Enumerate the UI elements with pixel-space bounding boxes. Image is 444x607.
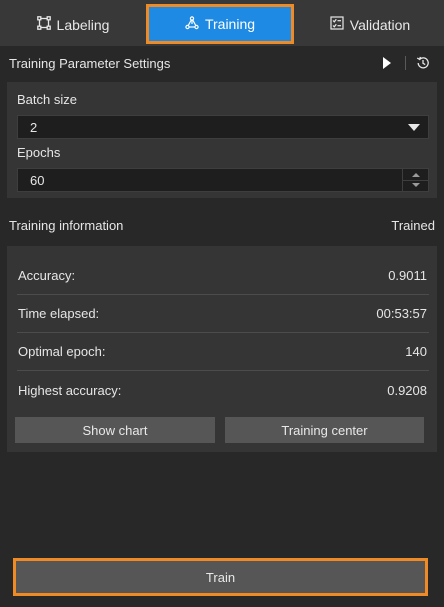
epochs-label: Epochs [17, 145, 61, 160]
labeling-icon [36, 16, 51, 33]
info-row: Optimal epoch: 140 [17, 333, 429, 371]
tab-validation-label: Validation [349, 16, 411, 33]
tab-training-label: Training [204, 16, 256, 32]
parameter-settings-header: Training Parameter Settings [0, 46, 444, 80]
info-row-label: Optimal epoch: [18, 344, 106, 359]
batch-size-select[interactable]: 2 [17, 115, 429, 139]
info-row: Highest accuracy: 0.9208 [17, 371, 429, 409]
info-row-value: 140 [405, 344, 427, 359]
info-row-label: Time elapsed: [18, 306, 100, 321]
history-icon[interactable] [414, 54, 432, 72]
info-row-label: Highest accuracy: [18, 382, 122, 398]
play-icon[interactable] [375, 54, 399, 72]
tab-training[interactable]: Training [146, 4, 294, 44]
batch-size-label: Batch size [17, 92, 77, 107]
tab-labeling-label: Labeling [56, 16, 110, 33]
tab-validation[interactable]: Validation [296, 6, 444, 43]
parameter-settings-title: Training Parameter Settings [9, 55, 171, 71]
train-button[interactable]: Train [13, 558, 428, 596]
info-row: Accuracy: 0.9011 [17, 257, 429, 295]
show-chart-button[interactable]: Show chart [15, 417, 215, 443]
training-icon [185, 15, 199, 33]
training-info-title: Training information [9, 217, 124, 233]
info-row-value: 0.9208 [387, 382, 427, 398]
training-center-button[interactable]: Training center [225, 417, 424, 443]
epochs-value: 60 [30, 172, 45, 188]
info-row: Time elapsed: 00:53:57 [17, 295, 429, 333]
info-row-label: Accuracy: [18, 268, 76, 283]
training-info-header: Training information Trained [0, 208, 444, 242]
epochs-stepper[interactable] [402, 169, 429, 191]
training-status: Trained [391, 217, 435, 233]
validation-icon [330, 16, 344, 33]
training-info-panel: Accuracy: 0.9011 Time elapsed: 00:53:57 … [7, 246, 437, 452]
chevron-down-icon [408, 124, 420, 131]
step-up-icon[interactable] [412, 173, 420, 177]
batch-size-value: 2 [30, 119, 38, 135]
step-down-icon[interactable] [412, 183, 420, 187]
tab-labeling[interactable]: Labeling [0, 6, 146, 43]
info-row-value: 0.9011 [388, 268, 427, 283]
divider [405, 56, 406, 70]
tab-bar: Labeling Training Validation [0, 0, 444, 46]
stepper-divider [403, 180, 429, 181]
info-row-value: 00:53:57 [376, 306, 427, 321]
parameter-panel: Batch size 2 Epochs 60 [7, 82, 437, 198]
epochs-spinbox[interactable]: 60 [17, 168, 429, 192]
